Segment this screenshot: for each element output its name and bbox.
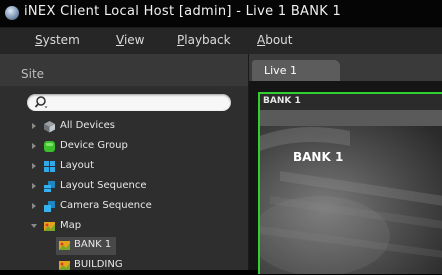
window-title: iNEX Client Local Host [admin] - Live 1 … [24,4,342,19]
tab-live-1[interactable]: Live 1 [252,60,340,82]
chevron-right-icon[interactable] [30,142,38,150]
camera-tile-toolbar-band [260,110,442,126]
map-item-icon [59,261,70,270]
site-panel: Site All Devices Device Group Layout Lay… [0,54,249,270]
menu-system-accesskey: S [35,33,43,47]
layout-sequence-icon [44,181,55,192]
tree-item-layout-sequence[interactable]: Layout Sequence [0,178,248,196]
tree-item-label: BUILDING [74,259,123,270]
tree-item-map[interactable]: Map [0,218,248,236]
tree-item-bank-1[interactable]: BANK 1 [56,237,116,255]
tree-item-all-devices[interactable]: All Devices [0,118,248,136]
menu-bar: System View Playback About [0,28,442,54]
site-panel-title: Site [21,67,45,81]
devices-icon [44,121,55,133]
camera-tile[interactable]: BANK 1 BANK 1 [258,92,442,274]
search-icon[interactable] [34,95,49,110]
site-search-input[interactable] [49,95,223,111]
tree-item-building[interactable]: BUILDING [56,257,176,275]
menu-system[interactable]: System [35,33,80,47]
live-view-area: Live 1 BANK 1 BANK 1 [249,54,442,274]
menu-view-label: iew [123,33,145,47]
menu-playback[interactable]: Playback [177,33,231,47]
site-panel-header: Site [0,54,248,86]
tree-item-label: Layout Sequence [60,180,147,191]
chevron-right-icon[interactable] [30,202,38,210]
map-item-icon [59,241,70,250]
tree-item-label: All Devices [60,120,115,131]
bank-background-image [260,126,442,274]
tree-item-label: BANK 1 [74,239,112,250]
tree-item-label: Map [60,220,82,231]
menu-about[interactable]: About [257,33,293,47]
tab-label: Live 1 [264,64,297,77]
menu-view-accesskey: V [116,33,124,47]
layout-icon [44,161,55,172]
tree-item-device-group[interactable]: Device Group [0,138,248,156]
chevron-down-icon[interactable] [30,222,38,230]
live-viewport: BANK 1 BANK 1 [249,81,442,274]
site-search-box[interactable] [27,94,231,111]
tree-item-label: Layout [60,160,94,171]
tree-item-camera-sequence[interactable]: Camera Sequence [0,198,248,216]
tree-item-label: Camera Sequence [60,200,152,211]
chevron-right-icon[interactable] [30,162,38,170]
camera-overlay-label: BANK 1 [293,150,344,164]
device-group-icon [44,141,55,152]
camera-tile-header: BANK 1 [260,94,442,110]
chevron-right-icon[interactable] [30,122,38,130]
app-logo-icon [5,6,19,20]
menu-about-label: bout [265,33,293,47]
chevron-right-icon[interactable] [30,182,38,190]
camera-video-image: BANK 1 [260,126,442,274]
camera-tile-title: BANK 1 [263,96,301,106]
menu-playback-label: layback [184,33,231,47]
menu-system-label: ystem [42,33,80,47]
tree-item-label: Device Group [60,140,128,151]
title-bar: iNEX Client Local Host [admin] - Live 1 … [0,0,442,28]
map-icon [44,222,55,231]
camera-sequence-icon [44,201,55,212]
menu-view[interactable]: View [116,33,144,47]
tree-item-layout[interactable]: Layout [0,158,248,176]
menu-about-accesskey: A [257,33,266,47]
